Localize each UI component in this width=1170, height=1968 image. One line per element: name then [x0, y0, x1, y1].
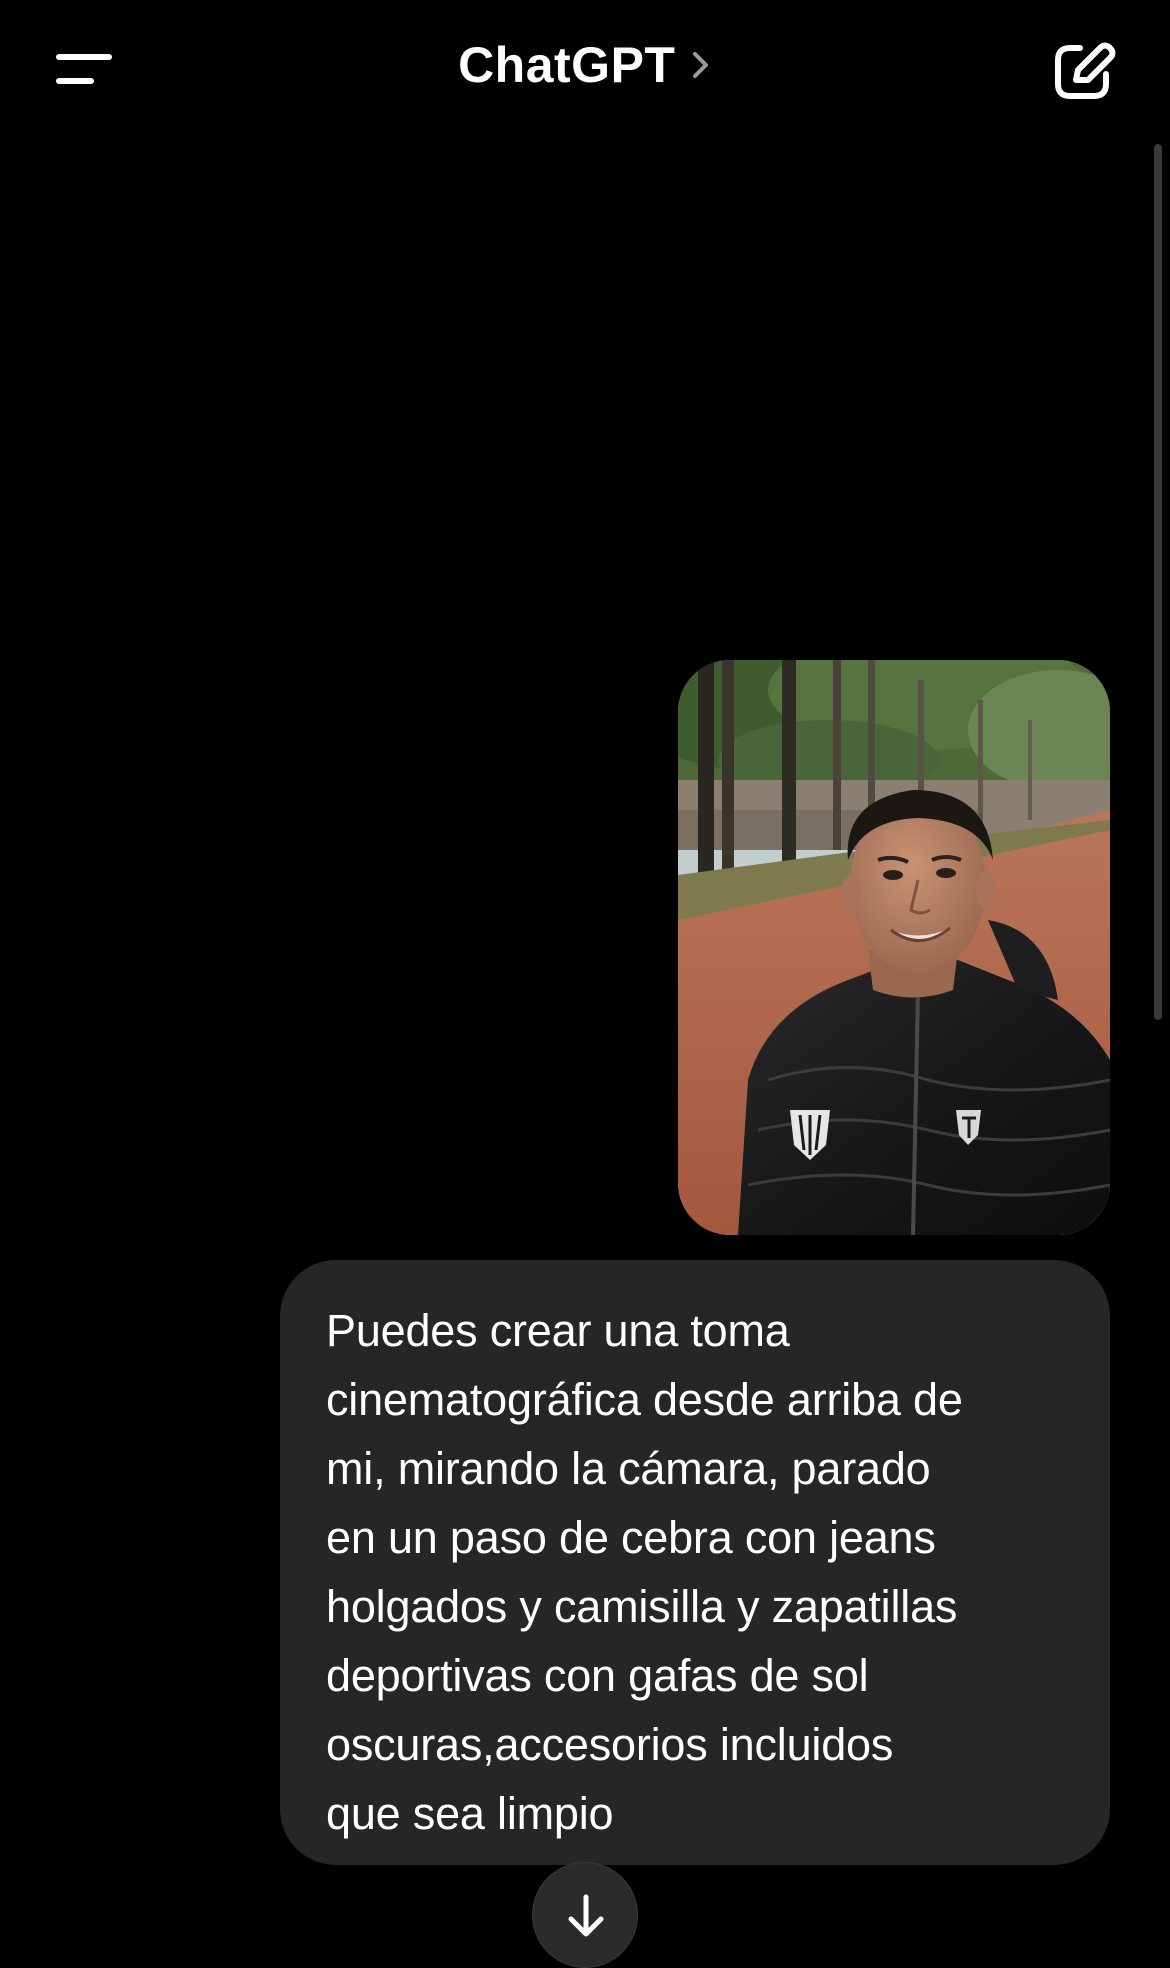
user-message-text: Puedes crear una toma cinematográfica de… [326, 1305, 963, 1839]
compose-icon [1055, 42, 1116, 99]
new-chat-button[interactable] [1050, 38, 1116, 104]
arrow-down-icon [568, 1894, 604, 1937]
top-bar: ChatGPT [0, 0, 1170, 140]
scroll-to-bottom-button[interactable] [532, 1862, 638, 1968]
user-message-bubble: Puedes crear una toma cinematográfica de… [280, 1260, 1110, 1865]
selfie-image [678, 660, 1110, 1235]
scrollbar[interactable] [1154, 144, 1162, 1020]
user-photo-attachment[interactable] [678, 660, 1110, 1235]
app-title: ChatGPT [458, 37, 676, 93]
chevron-right-icon [692, 52, 708, 78]
model-selector[interactable]: ChatGPT [0, 36, 1170, 94]
